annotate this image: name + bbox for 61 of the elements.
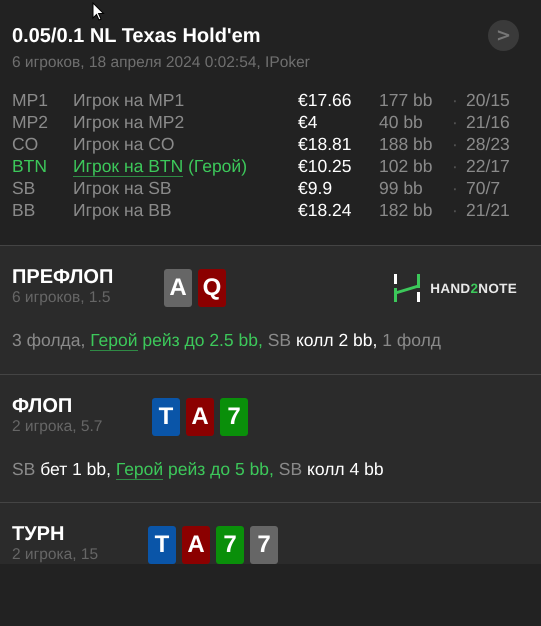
seat-position: CO <box>12 133 40 155</box>
player-stats: 22/17 <box>466 155 511 177</box>
separator: · <box>452 177 459 199</box>
stack-amount: €9.9 <box>298 177 334 199</box>
stack-bb: 102 bb <box>379 155 434 177</box>
player-stats: 21/16 <box>466 111 511 133</box>
stack-amount: €18.81 <box>298 133 353 155</box>
hero-link[interactable]: Герой <box>90 330 138 351</box>
seat-position: SB <box>12 177 36 199</box>
playing-card: 7 <box>250 526 278 564</box>
stack-amount: €17.66 <box>298 89 353 111</box>
player-link[interactable]: Игрок на BTN <box>73 156 184 177</box>
seat-position: MP2 <box>12 111 49 133</box>
stack-bb: 40 bb <box>379 111 424 133</box>
playing-card: 7 <box>216 526 244 564</box>
separator: · <box>452 199 459 221</box>
street-info: 2 игрока, 5.7 <box>12 418 104 436</box>
cursor-icon <box>92 2 105 22</box>
hand-info: 6 игроков, 18 апреля 2024 0:02:54, IPoker <box>12 54 311 72</box>
seat-position: MP1 <box>12 89 49 111</box>
playing-card: A <box>182 526 210 564</box>
stack-amount: €4 <box>298 111 318 133</box>
player-stats: 28/23 <box>466 133 511 155</box>
stack-bb: 99 bb <box>379 177 424 199</box>
street-info: 2 игрока, 15 <box>12 546 100 564</box>
stack-bb: 188 bb <box>379 133 434 155</box>
separator: · <box>452 89 459 111</box>
playing-card: A <box>186 398 214 436</box>
street-title: ПРЕФЛОП <box>12 265 114 289</box>
action-line: SB бет 1 bb, Герой рейз до 5 bb, SB колл 4 bb <box>12 458 385 480</box>
seat-position: BB <box>12 199 36 221</box>
player-name: Игрок на CO <box>73 133 176 155</box>
separator: · <box>452 133 459 155</box>
playing-card: Q <box>198 269 226 307</box>
stack-amount: €10.25 <box>298 155 353 177</box>
street-title: ФЛОП <box>12 394 74 418</box>
player-name: Игрок на MP1 <box>73 89 186 111</box>
hand-title: 0.05/0.1 NL Texas Hold'em <box>12 24 261 48</box>
action-line: 3 фолда, Герой рейз до 2.5 bb, SB колл 2 bb, 1 фолд <box>12 329 442 351</box>
stack-bb: 182 bb <box>379 199 434 221</box>
street-title: ТУРН <box>12 522 66 546</box>
logo-text: HAND2NOTE <box>430 280 517 296</box>
playing-card: 7 <box>220 398 248 436</box>
separator: · <box>452 111 459 133</box>
separator: · <box>452 155 459 177</box>
street-info: 6 игроков, 1.5 <box>12 289 112 307</box>
player-name: Игрок на BB <box>73 199 173 221</box>
seat-position: BTN <box>12 155 48 177</box>
hero-link[interactable]: Герой <box>116 459 164 480</box>
hero-tag: (Герой) <box>183 156 248 176</box>
player-stats: 21/21 <box>466 199 511 221</box>
stack-bb: 177 bb <box>379 89 434 111</box>
playing-card: A <box>164 269 192 307</box>
player-name: Игрок на MP2 <box>73 111 186 133</box>
playing-card: T <box>148 526 176 564</box>
player-name: Игрок на SB <box>73 177 173 199</box>
stack-amount: €18.24 <box>298 199 353 221</box>
playing-card: T <box>152 398 180 436</box>
logo-icon <box>394 274 420 302</box>
player-stats: 20/15 <box>466 89 511 111</box>
player-stats: 70/7 <box>466 177 502 199</box>
